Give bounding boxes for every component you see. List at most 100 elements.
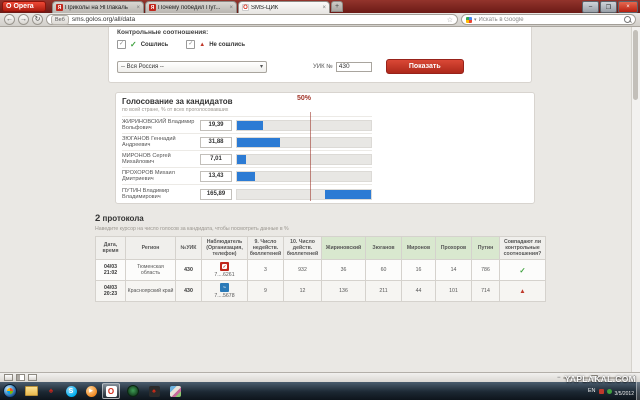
yaplakal-watermark: YAPLAKAL.COM: [565, 374, 636, 384]
search-field[interactable]: ▾ Искать в Google: [461, 14, 636, 25]
tray-status-icon[interactable]: [607, 389, 612, 394]
cell-zhirinovsky[interactable]: 136: [322, 281, 366, 302]
cell-putin[interactable]: 786: [472, 260, 500, 281]
bar[interactable]: [237, 172, 255, 181]
address-bar[interactable]: Веб sms.golos.org/all/data ☆: [46, 14, 458, 25]
candidate-value: 13,43: [200, 171, 232, 182]
tray-clock[interactable]: 3/5/2012: [615, 385, 634, 397]
opera-menu-button[interactable]: O Opera: [2, 1, 46, 12]
play-icon: ▶: [86, 386, 97, 397]
start-button[interactable]: [3, 384, 17, 398]
tab-sms-cik[interactable]: O SMS-ЦИК ×: [238, 1, 330, 13]
show-desktop-button[interactable]: [636, 382, 640, 400]
bar-track: [236, 189, 372, 200]
tray-app-icon[interactable]: [599, 389, 604, 394]
cell-prokhorov[interactable]: 101: [436, 281, 472, 302]
search-engine-caret-icon[interactable]: ▾: [474, 17, 477, 23]
bar[interactable]: [237, 138, 280, 147]
cell-valid: 12: [284, 281, 322, 302]
cell-prokhorov[interactable]: 14: [436, 260, 472, 281]
opera-favicon-icon: O: [242, 4, 249, 11]
taskbar-media-button[interactable]: ▶: [82, 383, 100, 399]
folder-icon: [25, 386, 38, 396]
show-button[interactable]: Показать: [386, 59, 464, 74]
col-match: Совпадают ли контрольные соотношения?: [500, 237, 546, 260]
panels-toggle-icon[interactable]: [4, 374, 13, 381]
windows-taskbar: ♠ S ▶ O ♠ EN 3/5/2012: [0, 382, 640, 400]
taskbar-pokerstars-button[interactable]: ♠: [42, 383, 60, 399]
browser-nav-bar: ← → ↻ Веб sms.golos.org/all/data ☆ ▾ Иск…: [0, 13, 640, 27]
cell-observer: ~ 7....5678: [202, 281, 248, 302]
candidate-value: 19,39: [200, 120, 232, 131]
bar[interactable]: [237, 155, 246, 164]
matched-checkbox[interactable]: ✓: [117, 40, 126, 49]
spade-icon: ♠: [49, 387, 53, 395]
skype-icon: S: [66, 386, 77, 397]
yaplakal-favicon-icon: Я: [56, 4, 63, 11]
golos-logo-icon: ✓: [220, 262, 229, 271]
minimize-button[interactable]: –: [582, 1, 599, 13]
taskbar-skype-button[interactable]: S: [62, 383, 80, 399]
observer-phone: 7....5678: [203, 293, 246, 299]
cell-valid: 932: [284, 260, 322, 281]
col-prokhorov: Прохоров: [436, 237, 472, 260]
zoom-out-icon[interactable]: −: [557, 375, 561, 381]
reload-button[interactable]: ↻: [32, 14, 43, 25]
bar-track: [236, 154, 372, 165]
tab-close-icon[interactable]: ×: [229, 5, 233, 11]
search-magnifier-icon[interactable]: [624, 16, 631, 23]
bookmark-star-icon[interactable]: ☆: [447, 16, 453, 24]
protocols-table: Дата, время Регион №УИК Наблюдатель (Орг…: [95, 236, 546, 302]
cell-zyuganov[interactable]: 60: [366, 260, 402, 281]
web-badge[interactable]: Веб: [51, 15, 69, 25]
keyboard-layout-indicator[interactable]: EN: [588, 388, 596, 394]
cell-putin[interactable]: 714: [472, 281, 500, 302]
sidebar-toggle-icon[interactable]: [16, 374, 25, 381]
tab-close-icon[interactable]: ×: [322, 5, 326, 11]
taskbar-poker2-button[interactable]: ♠: [145, 383, 163, 399]
match-check-icon: ✓: [519, 266, 525, 275]
candidate-value: 31,88: [200, 137, 232, 148]
forward-button[interactable]: →: [18, 14, 29, 25]
tab-yaplakal-jokes[interactable]: Я Приколы на ЯПлакаль ×: [52, 1, 144, 13]
close-button[interactable]: ×: [618, 1, 638, 13]
cell-uik: 430: [176, 281, 202, 302]
col-uik: №УИК: [176, 237, 202, 260]
cell-region: Красноярский край: [126, 281, 176, 302]
candidates-chart-card: Голосование за кандидатов по всей стране…: [115, 92, 535, 204]
cell-zhirinovsky[interactable]: 36: [322, 260, 366, 281]
spade-icon: ♠: [149, 386, 160, 397]
uik-label: УИК №: [313, 64, 333, 70]
bar-track: [236, 120, 372, 131]
cell-match: ✓: [500, 260, 546, 281]
chart-row: ПУТИН Владимир Владимирович 165,89: [122, 184, 372, 203]
taskbar-paint-button[interactable]: [166, 383, 184, 399]
cell-zyuganov[interactable]: 211: [366, 281, 402, 302]
tab-label: Почему победил Пут...: [158, 5, 227, 11]
bar[interactable]: [237, 121, 263, 130]
table-row: 04/03 21:02 Тюменская область 430 ✓ 7...…: [96, 260, 546, 281]
tab-why-putin-won[interactable]: Я Почему победил Пут... ×: [145, 1, 237, 13]
tab-close-icon[interactable]: ×: [136, 5, 140, 11]
cell-mironov[interactable]: 16: [402, 260, 436, 281]
url-text[interactable]: sms.golos.org/all/data: [72, 16, 444, 23]
uik-input[interactable]: [336, 62, 372, 72]
screen: O Opera Я Приколы на ЯПлакаль × Я Почему…: [0, 0, 640, 400]
taskbar-poker-room-button[interactable]: [124, 383, 142, 399]
search-placeholder[interactable]: Искать в Google: [479, 17, 622, 23]
bar[interactable]: [325, 190, 371, 199]
candidate-name: ЖИРИНОВСКИЙ Владимир Вольфович: [122, 119, 200, 132]
new-tab-button[interactable]: +: [331, 1, 343, 12]
page-scrollbar[interactable]: [631, 27, 640, 372]
maximize-button[interactable]: ❐: [600, 1, 617, 13]
taskbar-opera-button[interactable]: O: [102, 383, 120, 399]
unmatched-checkbox[interactable]: ✓: [186, 40, 195, 49]
tray-date: 3/5/2012: [615, 391, 634, 397]
taskbar-explorer-button[interactable]: [22, 383, 40, 399]
back-button[interactable]: ←: [4, 14, 15, 25]
scrollbar-thumb[interactable]: [633, 30, 638, 100]
region-select[interactable]: -- Вся Россия -- ▾: [117, 61, 267, 73]
sync-icon[interactable]: [28, 374, 37, 381]
cell-mironov[interactable]: 44: [402, 281, 436, 302]
candidate-name: МИРОНОВ Сергей Михайлович: [122, 153, 200, 166]
